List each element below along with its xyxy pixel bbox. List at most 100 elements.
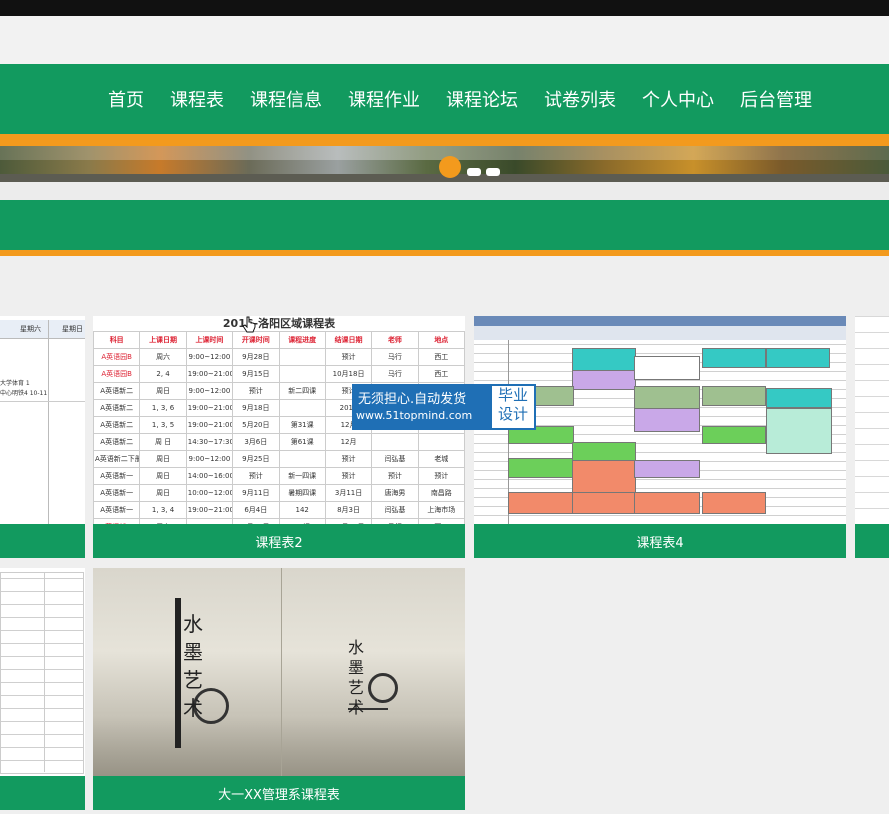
table-cell: 上海市场 [417,501,465,519]
course-card-caption[interactable] [855,524,889,558]
table-cell: 预计 [232,382,280,400]
table-cell: 8月3日 [324,501,373,519]
table-cell: A英语新一 [93,467,141,485]
table-cell: 老城 [417,450,465,468]
table-cell: 闫弘基 [371,501,419,519]
table-cell: 唐海男 [371,484,419,502]
header-strip [0,16,889,64]
table-cell: 周日 [139,484,187,502]
table-cell: 西工 [417,365,465,383]
nav-item-personal-center[interactable]: 个人中心 [642,86,714,112]
table-cell: 西工 [417,348,465,366]
table-cell [278,450,326,468]
table-cell: A英语新二 [93,382,141,400]
watermark-right-line1: 毕业 [497,386,528,404]
window-top-bar [0,0,889,16]
table-cell: A英语新二 [93,433,141,451]
course-card-6[interactable] [0,568,85,810]
table-cell: 14:30~17:30 [185,433,234,451]
table-row: A英语园B 周六 9:00~12:00 9月28日 预计 马行 西工 [93,348,465,366]
art-char: 术 [348,698,365,717]
watermark-line1: 无须担心.自动发货 [358,392,467,407]
nav-item-schedule[interactable]: 课程表 [170,86,224,112]
table-cell: 暑期四课 [278,484,326,502]
nav-item-forum[interactable]: 课程论坛 [446,86,518,112]
table-cell: 中心明铁4 10-11 [0,390,48,397]
table-cell: 9月11日 [232,484,280,502]
section-header-bar [0,200,889,250]
table-cell: 19:00~21:00 [185,365,234,383]
table-cell: 142 [278,501,326,519]
table-header-cell: 星期日 [62,325,83,333]
slide-indicator-2[interactable] [467,168,481,176]
art-char: 术 [183,696,203,720]
course-card-caption[interactable]: 课程表2 [93,524,465,558]
course-card-caption[interactable] [0,776,85,810]
course-card-thumbnail: 水 墨 艺 术 水 墨 艺 术 [93,568,465,776]
table-row: A英语新一 周日 10:00~12:00 9月11日 暑期四课 3月11日 唐海男 南昌路 [93,484,465,502]
course-card-1[interactable]: 星期六 星期日 大学体育 1 中心明铁4 10-11 [0,316,85,558]
table-cell: 9月28日 [232,348,280,366]
watermark-badge: 无须担心.自动发货 www.51topmind.com 毕业 设计 [352,384,536,430]
table-cell: A英语新二 [93,416,141,434]
table-cell: A英语新二下册 [93,450,141,468]
table-cell: 1, 3, 5 [139,416,187,434]
table-cell: 预计 [417,467,465,485]
table-cell: 周 日 [139,433,187,451]
table-cell: 2, 4 [139,365,187,383]
table-cell: 预计 [324,467,373,485]
table-cell: 新一四课 [278,467,326,485]
table-cell [278,348,326,366]
table-cell: 6月4日 [232,501,280,519]
slide-indicator-3[interactable] [486,168,500,176]
table-cell: 南昌路 [417,484,465,502]
table-cell: 9月25日 [232,450,280,468]
table-row: A英语新一 1, 3, 4 19:00~21:00 6月4日 142 8月3日 闫弘基 上海市… [93,501,465,519]
art-char: 水 [183,612,203,636]
table-cell: 新二四课 [278,382,326,400]
table-cell [278,365,326,383]
nav-item-homework[interactable]: 课程作业 [348,86,420,112]
table-cell: 10:00~12:00 [185,484,234,502]
art-char: 艺 [183,668,203,692]
table-cell: A英语新二 [93,399,141,417]
nav-item-home[interactable]: 首页 [108,86,144,112]
table-row: A英语新一 周日 14:00~16:00 预计 新一四课 预计 预计 预计 [93,467,465,485]
watermark-right-line2: 设计 [497,405,528,423]
table-cell: 3月11日 [324,484,373,502]
table-cell: 马行 [371,365,419,383]
table-cell: 9:00~12:00 [185,348,234,366]
course-card-7[interactable]: 水 墨 艺 术 水 墨 艺 术 大一XX管理系课程表 [93,568,465,810]
table-header-cell: 老师 [371,331,419,349]
nav-item-admin[interactable]: 后台管理 [740,86,812,112]
watermark-line2: www.51topmind.com [356,409,473,422]
table-cell: 大学体育 1 [0,380,30,387]
table-cell: 周六 [139,348,187,366]
course-card-caption[interactable]: 大一XX管理系课程表 [93,776,465,810]
table-header-cell: 星期六 [20,325,41,333]
main-nav: 首页 课程表 课程信息 课程作业 课程论坛 试卷列表 个人中心 后台管理 [0,64,889,134]
table-cell: 周日 [139,450,187,468]
table-cell: 预计 [232,467,280,485]
table-header-cell: 课程进度 [278,331,326,349]
course-card-caption[interactable]: 课程表4 [474,524,846,558]
course-card-4[interactable]: 课程表4 [474,316,846,558]
nav-item-course-info[interactable]: 课程信息 [250,86,322,112]
course-card-2[interactable]: 2016-洛阳区域课程表 科目 上课日期 上课时间 开课时间 课程进度 结课日期… [93,316,465,558]
course-card-caption[interactable] [0,524,85,558]
course-card-thumbnail [0,568,85,776]
table-cell [278,399,326,417]
table-cell: 周日 [139,467,187,485]
table-cell: 14:00~16:00 [185,467,234,485]
course-card-thumbnail: 星期六 星期日 大学体育 1 中心明铁4 10-11 [0,316,85,524]
schedule-title-rest: 洛阳区域课程表 [258,317,336,330]
nav-item-exam-list[interactable]: 试卷列表 [544,86,616,112]
slide-indicator-active[interactable] [439,156,461,178]
table-cell: 9月18日 [232,399,280,417]
table-cell: 1, 3, 4 [139,501,187,519]
table-cell: 9:00~12:00 [185,450,234,468]
nav-orange-underline [0,134,889,146]
table-row: A英语新二下册 周日 9:00~12:00 9月25日 预计 闫弘基 老城 [93,450,465,468]
table-cell: 19:00~21:00 [185,501,234,519]
course-card-5[interactable] [855,316,889,558]
